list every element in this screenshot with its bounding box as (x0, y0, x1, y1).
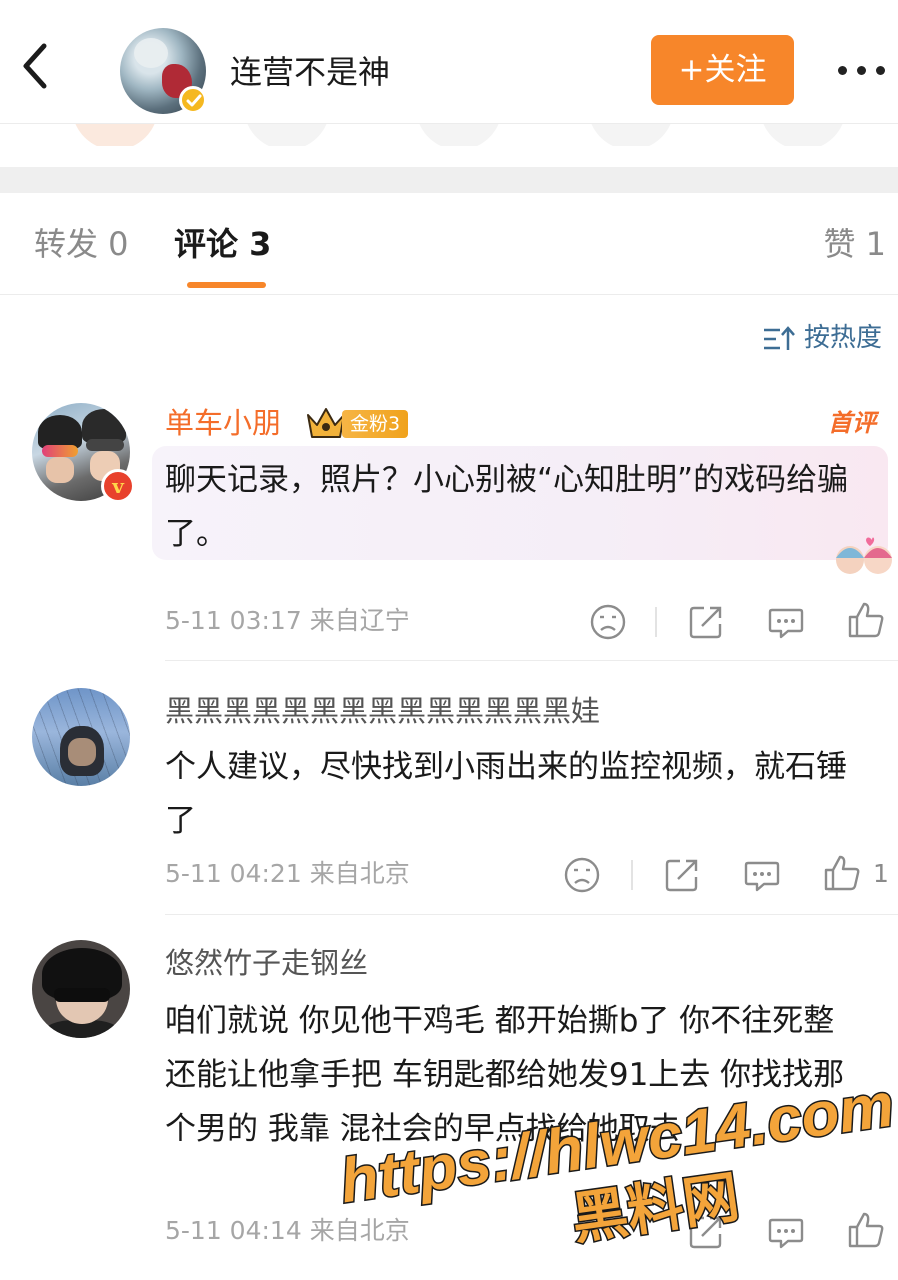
comment-time: 5-11 03:17 (165, 606, 302, 635)
fan-badge: 金粉3 (342, 410, 409, 438)
verified-icon (179, 86, 207, 114)
section-divider (0, 167, 898, 193)
hidden-avatar-row (0, 124, 898, 146)
tab-likes[interactable]: 赞 1 (823, 224, 886, 264)
more-icon (838, 66, 847, 75)
sort-icon (764, 326, 795, 350)
reply-icon[interactable] (766, 1212, 806, 1252)
top-bar: 连营不是神 +关注 (0, 0, 898, 124)
first-comment-tag: 首评 (828, 409, 876, 437)
like-icon[interactable] (846, 600, 886, 640)
sort-label: 按热度 (804, 323, 883, 353)
back-button[interactable] (14, 40, 66, 100)
comment-text[interactable]: 咱们就说 你见他干鸡毛 都开始撕b了 你不往死整 还能让他拿手把 车钥匙都给她发… (165, 994, 870, 1156)
crown-icon (307, 408, 345, 438)
like-icon[interactable] (822, 853, 862, 893)
action-separator (631, 860, 633, 890)
share-icon[interactable] (662, 855, 702, 895)
follow-button[interactable]: +关注 (651, 35, 794, 105)
comment-location: 来自北京 (309, 1216, 410, 1245)
comment-text[interactable]: 聊天记录，照片？小心别被“心知肚明”的戏码给骗了。 (165, 453, 865, 561)
reply-icon[interactable] (742, 855, 782, 895)
dislike-icon[interactable] (562, 855, 602, 895)
comment-meta: 5-11 04:14 来自北京 (165, 1216, 410, 1246)
reply-icon[interactable] (766, 602, 806, 642)
comment-divider (165, 660, 898, 661)
like-icon[interactable] (846, 1210, 886, 1250)
avatar[interactable] (32, 688, 130, 786)
tab-repost[interactable]: 转发 0 (34, 224, 129, 264)
dislike-icon[interactable] (588, 602, 628, 642)
bubble-decoration-icon (836, 537, 892, 574)
more-button[interactable] (832, 52, 892, 88)
tab-bar: 转发 0 评论 3 赞 1 (0, 193, 898, 295)
comment-time: 5-11 04:14 (165, 1216, 302, 1245)
comment-text[interactable]: 个人建议，尽快找到小雨出来的监控视频，就石锤了 (165, 740, 870, 848)
avatar[interactable] (32, 940, 130, 1038)
page-title[interactable]: 连营不是神 (230, 52, 390, 92)
action-separator (655, 607, 657, 637)
comment-divider (165, 914, 898, 915)
comment-meta: 5-11 04:21 来自北京 (165, 859, 410, 889)
comment-location: 来自辽宁 (309, 606, 410, 635)
comment-time: 5-11 04:21 (165, 859, 302, 888)
comment-location: 来自北京 (309, 859, 410, 888)
share-icon[interactable] (686, 1212, 726, 1252)
tab-comments[interactable]: 评论 3 (174, 224, 898, 264)
comment-username[interactable]: 悠然竹子走钢丝 (165, 945, 368, 981)
comment-username[interactable]: 单车小朋 (165, 405, 281, 441)
comment-username[interactable]: 黑黑黑黑黑黑黑黑黑黑黑黑黑黑娃 (165, 693, 600, 729)
like-count: 1 (873, 859, 889, 888)
comment-meta: 5-11 03:17 来自辽宁 (165, 606, 410, 636)
active-tab-indicator (187, 282, 266, 288)
back-icon (23, 43, 47, 89)
share-icon[interactable] (686, 602, 726, 642)
verified-icon: v (101, 469, 135, 503)
